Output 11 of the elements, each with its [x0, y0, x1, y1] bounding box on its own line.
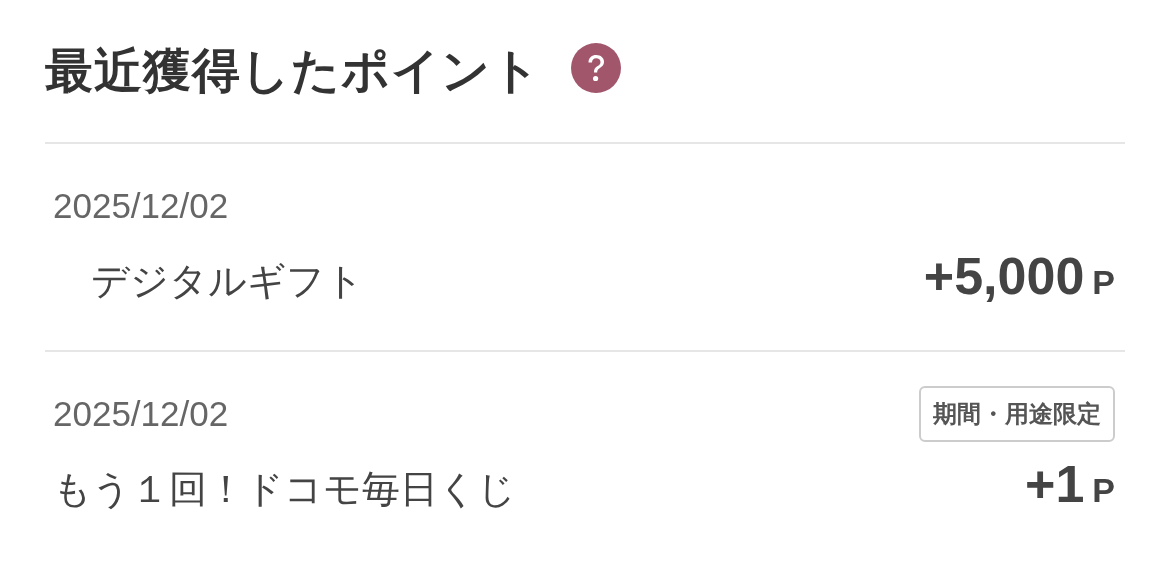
entry-date: 2025/12/02 [53, 186, 229, 226]
help-icon[interactable] [571, 43, 621, 93]
points-unit: P [1092, 471, 1115, 510]
points-unit: P [1092, 263, 1115, 302]
points-amount: +5,000 [923, 246, 1085, 306]
section-title: 最近獲得したポイント [45, 41, 541, 100]
entry-name: デジタルギフト [90, 258, 364, 305]
points-amount: +1 [1025, 454, 1085, 514]
entry-date: 2025/12/02 [53, 394, 229, 434]
limited-tag: 期間・用途限定 [919, 386, 1115, 442]
entry-name: もう１回！ドコモ毎日くじ [53, 466, 516, 513]
